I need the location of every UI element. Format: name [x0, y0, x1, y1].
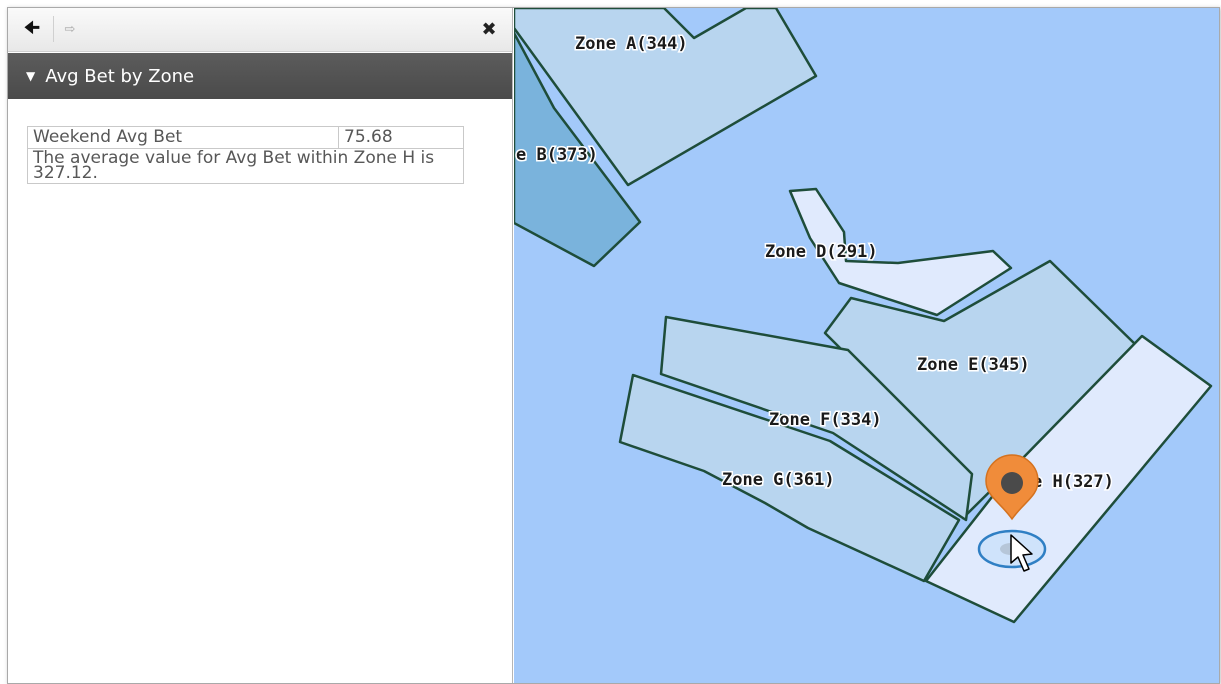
- zone-h-label: e H(327): [1032, 472, 1114, 492]
- zone-e-label: Zone E(345): [917, 355, 1030, 375]
- close-icon[interactable]: ✖: [477, 18, 501, 40]
- info-panel: 🠈 ⇨ ✖ ▼ Avg Bet by Zone Weekend Avg Bet …: [8, 8, 513, 683]
- back-arrow-icon[interactable]: 🠈: [20, 18, 44, 40]
- app-window: 🠈 ⇨ ✖ ▼ Avg Bet by Zone Weekend Avg Bet …: [7, 7, 1220, 684]
- zone-f-label: Zone F(334): [769, 410, 882, 430]
- map-view[interactable]: Zone A(344) e B(373) Zone D(291) Zone E(…: [514, 8, 1219, 683]
- zone-b-label: e B(373): [516, 145, 598, 165]
- table-row: The average value for Avg Bet within Zon…: [27, 148, 464, 184]
- panel-toolbar: 🠈 ⇨ ✖: [8, 8, 512, 52]
- section-header[interactable]: ▼ Avg Bet by Zone: [8, 53, 512, 99]
- zone-description: The average value for Avg Bet within Zon…: [27, 148, 464, 184]
- weekend-avg-bet-label: Weekend Avg Bet: [27, 126, 339, 149]
- forward-arrow-icon[interactable]: ⇨: [58, 18, 82, 40]
- toolbar-divider: [53, 16, 54, 42]
- section-title: Avg Bet by Zone: [45, 65, 195, 87]
- map-canvas[interactable]: Zone A(344) e B(373) Zone D(291) Zone E(…: [514, 8, 1219, 683]
- info-table: Weekend Avg Bet 75.68 The average value …: [27, 126, 464, 184]
- table-row: Weekend Avg Bet 75.68: [27, 126, 464, 149]
- zone-g-label: Zone G(361): [722, 470, 835, 490]
- collapse-caret-icon[interactable]: ▼: [26, 69, 35, 83]
- zone-a-label: Zone A(344): [575, 34, 688, 54]
- weekend-avg-bet-value: 75.68: [338, 126, 464, 149]
- pin-center-dot: [1001, 472, 1023, 494]
- zone-d-label: Zone D(291): [765, 242, 878, 262]
